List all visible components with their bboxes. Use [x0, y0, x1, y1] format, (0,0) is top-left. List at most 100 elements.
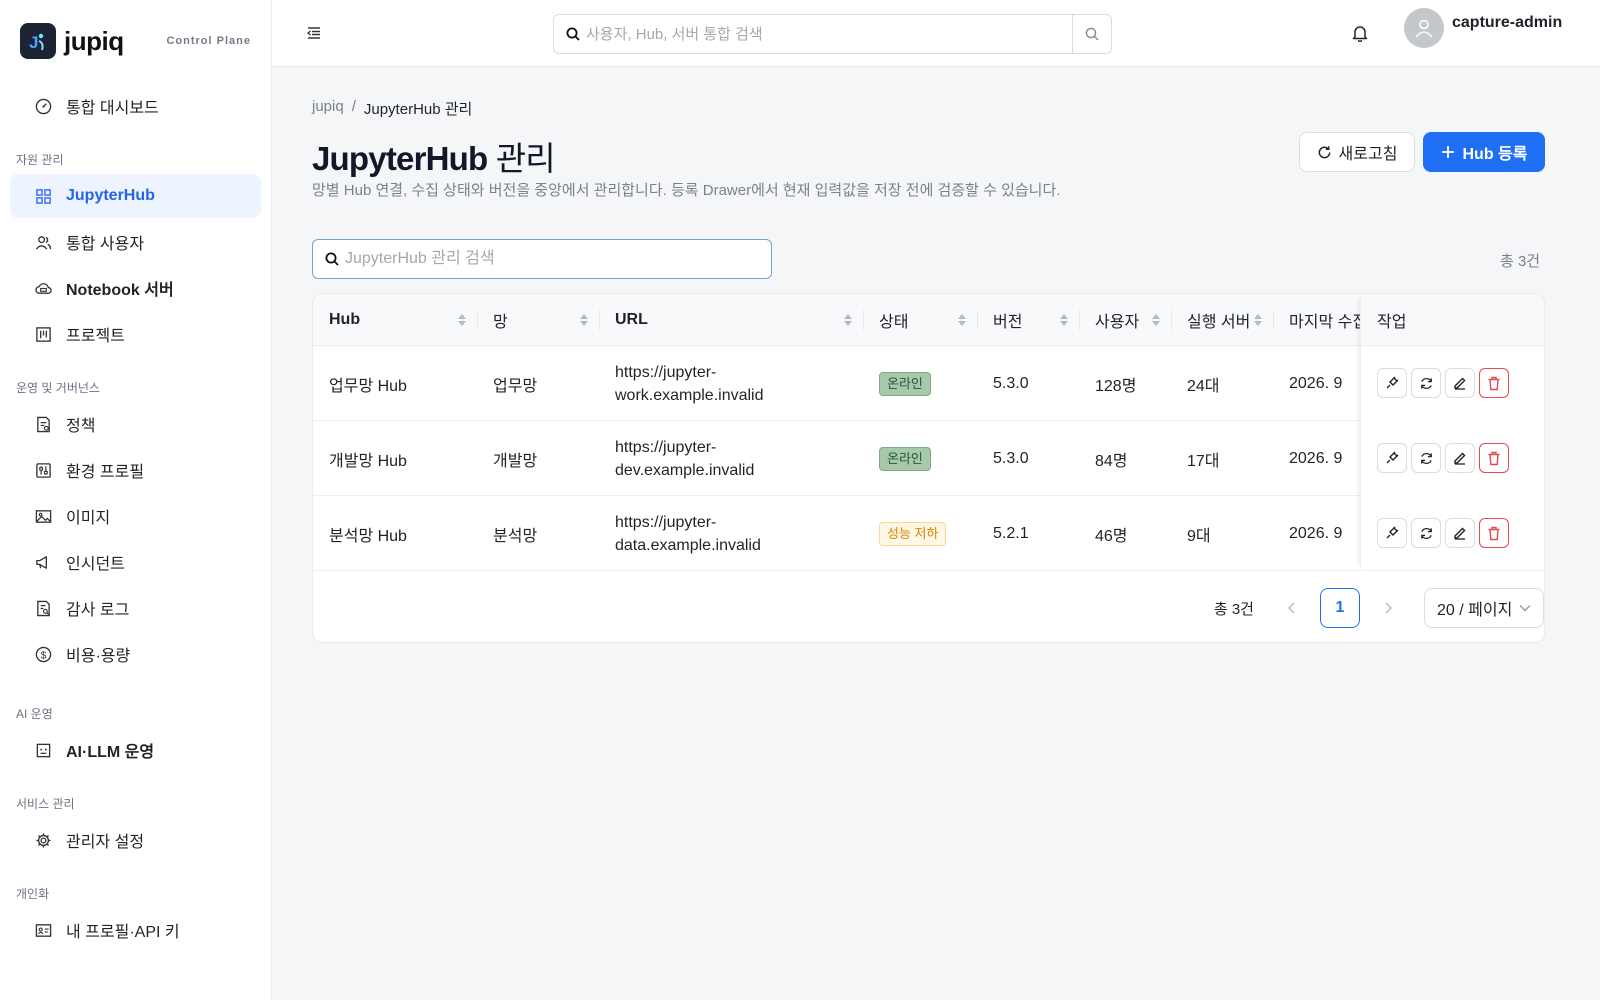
pencil-icon	[1454, 527, 1466, 540]
megaphone-icon	[36, 555, 47, 569]
sync-button[interactable]	[1411, 518, 1441, 548]
column-header-status[interactable]: 상태	[863, 294, 977, 346]
page-title: JupyterHub 관리	[312, 132, 556, 180]
sort-toggle[interactable]	[457, 313, 467, 327]
column-divider[interactable]	[1273, 310, 1274, 330]
delete-button[interactable]	[1479, 443, 1509, 473]
pagination: 총 3건 1 20 / 페이지	[1214, 588, 1544, 628]
column-header-label: 망	[493, 314, 508, 331]
trash-icon	[1488, 451, 1500, 465]
column-header-hub[interactable]: Hub	[313, 294, 477, 346]
column-divider[interactable]	[1079, 310, 1080, 330]
column-header-label: 상태	[879, 314, 909, 331]
page-size-select[interactable]: 20 / 페이지	[1424, 588, 1544, 628]
search-icon	[325, 252, 339, 266]
gauge-icon	[35, 98, 52, 114]
test-connection-button[interactable]	[1377, 443, 1407, 473]
delete-button[interactable]	[1479, 518, 1509, 548]
column-header-url[interactable]: URL	[599, 294, 863, 346]
sidebar-item-env-profile[interactable]: 환경 프로필	[10, 448, 261, 492]
test-connection-button[interactable]	[1377, 368, 1407, 398]
cell-network: 개발망	[493, 452, 538, 470]
sidebar-item-users[interactable]: 통합 사용자	[10, 220, 261, 264]
sidebar-item-projects[interactable]: 프로젝트	[10, 312, 261, 356]
robot-icon	[36, 743, 51, 757]
sidebar-item-images[interactable]: 이미지	[10, 494, 261, 538]
prev-page-button[interactable]	[1272, 588, 1312, 628]
sort-toggle[interactable]	[957, 313, 967, 327]
sync-button[interactable]	[1411, 443, 1441, 473]
sync-icon	[1420, 452, 1432, 464]
test-connection-button[interactable]	[1377, 518, 1407, 548]
delete-button[interactable]	[1479, 368, 1509, 398]
sort-toggle[interactable]	[1059, 313, 1069, 327]
sort-toggle[interactable]	[1253, 313, 1263, 327]
cell-users: 84명	[1095, 452, 1128, 470]
column-header-users[interactable]: 사용자	[1079, 294, 1171, 346]
edit-button[interactable]	[1445, 443, 1475, 473]
global-search-input[interactable]	[586, 15, 1072, 53]
actions-column: 작업	[1360, 294, 1544, 569]
global-search-button[interactable]	[1072, 15, 1111, 53]
cell-users: 128명	[1095, 377, 1137, 395]
column-divider[interactable]	[477, 310, 478, 330]
edit-button[interactable]	[1445, 368, 1475, 398]
total-count: 총 3건	[1500, 253, 1541, 270]
table-search-input[interactable]	[345, 240, 771, 278]
hub-url: https://jupyter-work.example.invalid	[615, 363, 764, 404]
sidebar-item-cost[interactable]: $ 비용·용량	[10, 632, 261, 676]
refresh-button[interactable]: 새로고침	[1299, 132, 1415, 172]
column-header-servers[interactable]: 실행 서버	[1171, 294, 1273, 346]
column-divider[interactable]	[599, 310, 600, 330]
breadcrumb: jupiq / JupyterHub 관리	[312, 98, 472, 119]
add-hub-button[interactable]: Hub 등록	[1423, 132, 1545, 172]
next-page-button[interactable]	[1368, 588, 1408, 628]
sidebar-item-profile[interactable]: 내 프로필·API 키	[10, 908, 261, 952]
trash-icon	[1488, 526, 1500, 540]
sidebar-item-label: 정책	[66, 418, 96, 435]
sidebar-item-ai-llm[interactable]: AI·LLM 운영	[10, 728, 261, 772]
topbar: capture-admin	[272, 0, 1600, 67]
column-header-last[interactable]: 마지막 수집	[1273, 294, 1361, 346]
column-divider[interactable]	[863, 310, 864, 330]
search-icon	[566, 27, 580, 41]
sidebar-item-admin[interactable]: 관리자 설정	[10, 818, 261, 862]
breadcrumb-root[interactable]: jupiq	[312, 98, 344, 119]
cell-url: https://jupyter-dev.example.invalid	[615, 421, 785, 496]
edit-button[interactable]	[1445, 518, 1475, 548]
bell-icon[interactable]	[1352, 24, 1368, 42]
menu-collapse-icon[interactable]	[306, 25, 322, 41]
cell-hub: 개발망 Hub	[329, 452, 407, 470]
user-menu[interactable]: capture-admin	[1404, 8, 1562, 48]
brand[interactable]: J jupiq Control Plane	[0, 0, 271, 82]
sidebar-item-audit[interactable]: 감사 로그	[10, 586, 261, 630]
column-divider[interactable]	[1171, 310, 1172, 330]
sort-toggle[interactable]	[843, 313, 853, 327]
sort-toggle[interactable]	[579, 313, 589, 327]
sidebar-item-dashboard[interactable]: 통합 대시보드	[10, 84, 261, 128]
sidebar-item-policy[interactable]: 정책	[10, 402, 261, 446]
page-button-current[interactable]: 1	[1320, 588, 1360, 628]
chevron-right-icon	[1385, 602, 1393, 614]
column-divider[interactable]	[977, 310, 978, 330]
cell-servers: 24대	[1187, 377, 1220, 395]
status-badge: 온라인	[879, 371, 931, 396]
sidebar-item-label: 이미지	[66, 510, 111, 527]
sort-toggle[interactable]	[1151, 313, 1161, 327]
sync-button[interactable]	[1411, 368, 1441, 398]
trash-icon	[1488, 376, 1500, 390]
sidebar-item-incidents[interactable]: 인시던트	[10, 540, 261, 584]
sync-icon	[1420, 527, 1432, 539]
cell-url: https://jupyter-work.example.invalid	[615, 346, 785, 421]
cell-status: 온라인	[879, 421, 977, 496]
column-header-version[interactable]: 버전	[977, 294, 1079, 346]
column-header-label: 버전	[993, 314, 1023, 331]
grid-icon	[36, 188, 51, 204]
sidebar-item-notebook[interactable]: Notebook 서버	[10, 266, 261, 310]
dollar-circle-icon: $	[35, 646, 52, 662]
sidebar-item-label: JupyterHub	[66, 187, 155, 204]
sidebar-item-jupyterhub[interactable]: JupyterHub	[10, 174, 261, 218]
cell-network: 업무망	[493, 377, 538, 395]
svg-text:$: $	[41, 650, 47, 661]
column-header-network[interactable]: 망	[477, 294, 599, 346]
